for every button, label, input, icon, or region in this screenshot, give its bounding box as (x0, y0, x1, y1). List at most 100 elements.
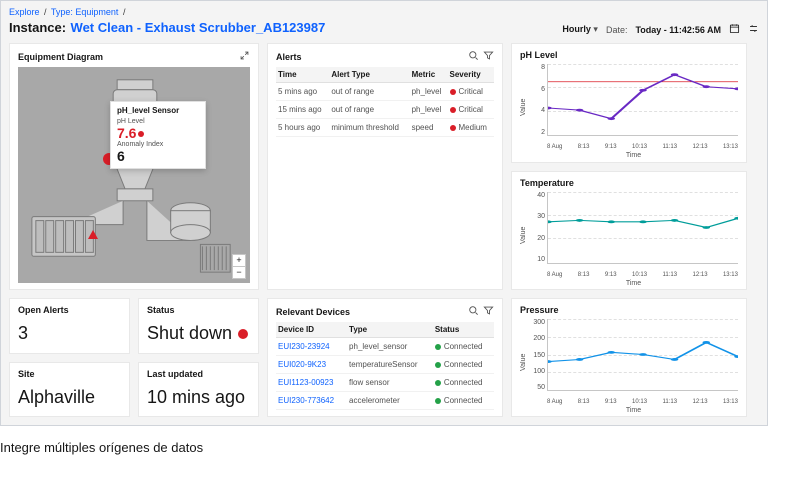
status-card[interactable]: Status Shut down (138, 298, 259, 354)
table-row[interactable]: EUI1123-00923flow sensorConnected (276, 374, 494, 392)
zoom-out-button[interactable]: − (233, 267, 245, 278)
settings-icon[interactable] (748, 23, 759, 36)
tooltip-anomaly-label: Anomaly Index (117, 141, 199, 148)
x-axis-label: Time (529, 407, 738, 414)
pressure-chart[interactable]: Value 30020015010050 8 Aug8:139:1310:131… (520, 319, 738, 405)
x-axis-label: Time (529, 280, 738, 287)
status-value: Shut down (147, 323, 250, 344)
toolbar-right: Hourly ▾ Date: Today - 11:42:56 AM (562, 23, 759, 36)
alert-time: 15 mins ago (276, 101, 329, 119)
alert-metric: ph_level (410, 83, 448, 101)
title-row: Instance: Wet Clean - Exhaust Scrubber_A… (9, 19, 759, 37)
date-picker[interactable]: Today - 11:42:56 AM (635, 25, 721, 35)
tooltip-ph-label: pH Level (117, 118, 199, 125)
alert-severity: Critical (448, 101, 494, 119)
connected-dot-icon (435, 362, 441, 368)
tooltip-anomaly-value: 6 (117, 148, 199, 164)
equipment-svg (18, 67, 250, 283)
tooltip-title: pH_level Sensor (117, 106, 199, 115)
table-row[interactable]: 5 mins ago out of range ph_level Critica… (276, 83, 494, 101)
alert-type: minimum threshold (329, 119, 409, 137)
table-row[interactable]: EUI230-773642accelerometerConnected (276, 392, 494, 410)
main-grid: Equipment Diagram (9, 43, 759, 417)
page-title-label: Instance: (9, 20, 66, 35)
pressure-chart-card: Pressure Value 30020015010050 8 Aug8:139… (511, 298, 747, 417)
devices-title: Relevant Devices (276, 307, 350, 317)
temperature-chart-title: Temperature (520, 178, 574, 188)
filter-icon[interactable] (483, 50, 494, 63)
temperature-chart[interactable]: Value 40302010 8 Aug8:139:1310:1311:1312… (520, 192, 738, 278)
search-icon[interactable] (468, 305, 479, 318)
critical-dot-icon (450, 89, 456, 95)
alert-type: out of range (329, 101, 409, 119)
filter-icon[interactable] (483, 305, 494, 318)
alerts-col-metric[interactable]: Metric (410, 67, 448, 83)
x-axis-label: Time (529, 152, 738, 159)
device-link[interactable]: EUI230-773642 (278, 396, 334, 405)
device-status: Connected (433, 338, 494, 356)
warning-icon[interactable] (88, 230, 98, 239)
equipment-diagram-card: Equipment Diagram (9, 43, 259, 290)
calendar-icon[interactable] (729, 23, 740, 36)
breadcrumb-explore[interactable]: Explore (9, 7, 40, 17)
alerts-col-time[interactable]: Time (276, 67, 329, 83)
device-link[interactable]: EUI230-23924 (278, 342, 330, 351)
y-ticks: 40302010 (529, 192, 545, 264)
app-frame: Explore / Type: Equipment / Instance: We… (0, 0, 768, 426)
alert-time: 5 hours ago (276, 119, 329, 137)
zoom-in-button[interactable]: + (233, 255, 245, 267)
alert-metric: speed (410, 119, 448, 137)
table-row[interactable]: 15 mins ago out of range ph_level Critic… (276, 101, 494, 119)
connected-dot-icon (435, 398, 441, 404)
tooltip-ph-value: 7.6 (117, 125, 199, 141)
y-axis-label: Value (520, 192, 527, 278)
table-row[interactable]: EUI230-23924ph_level_sensorConnected (276, 338, 494, 356)
open-alerts-value: 3 (18, 323, 121, 344)
device-status: Connected (433, 356, 494, 374)
y-ticks: 30020015010050 (529, 319, 545, 391)
interval-select[interactable]: Hourly ▾ (562, 24, 598, 35)
alert-time: 5 mins ago (276, 83, 329, 101)
caption-text: Integre múltiples orígenes de datos (0, 440, 792, 455)
medium-dot-icon (450, 125, 456, 131)
breadcrumb-sep: / (44, 7, 47, 17)
ph-chart-card: pH Level Value 8642 8 Aug8:139:1310:1311… (511, 43, 747, 163)
chart-svg (548, 319, 738, 390)
breadcrumb-sep: / (123, 7, 126, 17)
y-ticks: 8642 (529, 64, 545, 136)
device-status: Connected (433, 392, 494, 410)
devices-col-type[interactable]: Type (347, 322, 433, 338)
site-label: Site (18, 369, 121, 379)
ph-chart[interactable]: Value 8642 8 Aug8:139:1310:1311:1312:131… (520, 64, 738, 150)
sensor-tooltip: pH_level Sensor pH Level 7.6 Anomaly Ind… (110, 101, 206, 169)
alerts-col-type[interactable]: Alert Type (329, 67, 409, 83)
connected-dot-icon (435, 380, 441, 386)
devices-table: Device ID Type Status EUI230-23924ph_lev… (276, 322, 494, 410)
zoom-controls: + − (232, 254, 246, 279)
device-link[interactable]: EUI1123-00923 (278, 378, 333, 387)
table-row[interactable]: EUI020-9K23temperatureSensorConnected (276, 356, 494, 374)
alerts-title: Alerts (276, 52, 302, 62)
chart-svg (548, 64, 738, 135)
table-row[interactable]: 5 hours ago minimum threshold speed Medi… (276, 119, 494, 137)
critical-dot-icon (450, 107, 456, 113)
last-updated-value: 10 mins ago (147, 387, 250, 408)
open-alerts-card[interactable]: Open Alerts 3 (9, 298, 130, 354)
expand-icon[interactable] (239, 50, 250, 63)
devices-col-id[interactable]: Device ID (276, 322, 347, 338)
breadcrumb-type[interactable]: Type: Equipment (51, 7, 119, 17)
alert-severity: Medium (448, 119, 494, 137)
site-card[interactable]: Site Alphaville (9, 362, 130, 418)
search-icon[interactable] (468, 50, 479, 63)
date-label: Date: (606, 25, 628, 35)
status-dot-icon (238, 329, 248, 339)
site-value: Alphaville (18, 387, 121, 408)
devices-col-status[interactable]: Status (433, 322, 494, 338)
alerts-col-severity[interactable]: Severity (448, 67, 494, 83)
device-link[interactable]: EUI020-9K23 (278, 360, 326, 369)
device-status: Connected (433, 374, 494, 392)
equipment-diagram-title: Equipment Diagram (18, 52, 103, 62)
equipment-diagram[interactable]: pH_level Sensor pH Level 7.6 Anomaly Ind… (18, 67, 250, 283)
chart-svg (548, 192, 738, 263)
last-updated-card[interactable]: Last updated 10 mins ago (138, 362, 259, 418)
